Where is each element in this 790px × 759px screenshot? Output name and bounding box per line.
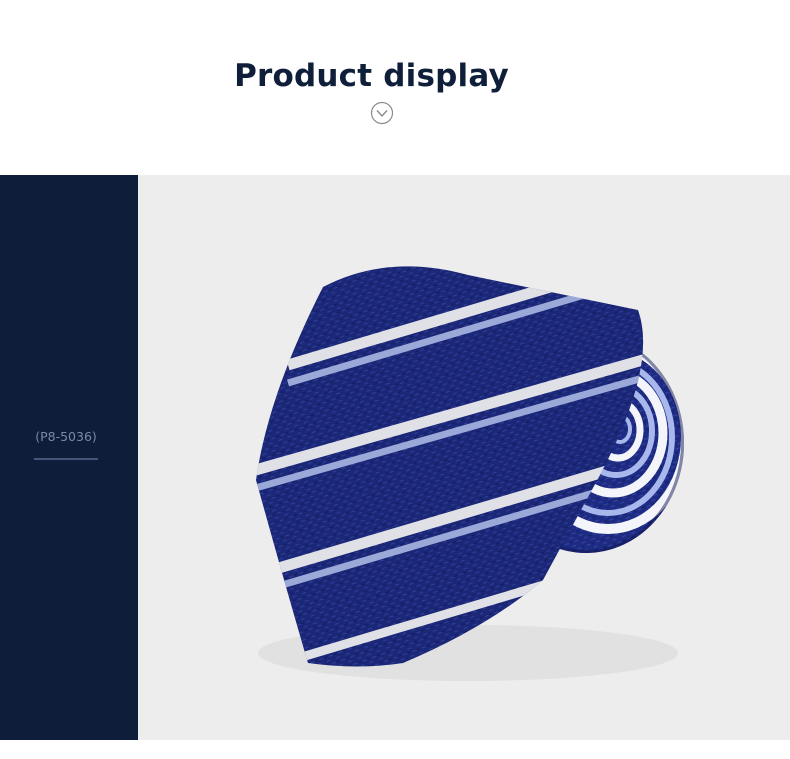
product-image [138, 175, 790, 740]
chevron-down-icon[interactable] [370, 101, 394, 125]
divider [34, 458, 98, 460]
page-title: Product display [234, 58, 509, 94]
necktie-illustration [256, 266, 684, 681]
side-panel: (P8-5036) [0, 175, 138, 740]
product-code: (P8-5036) [35, 429, 97, 444]
